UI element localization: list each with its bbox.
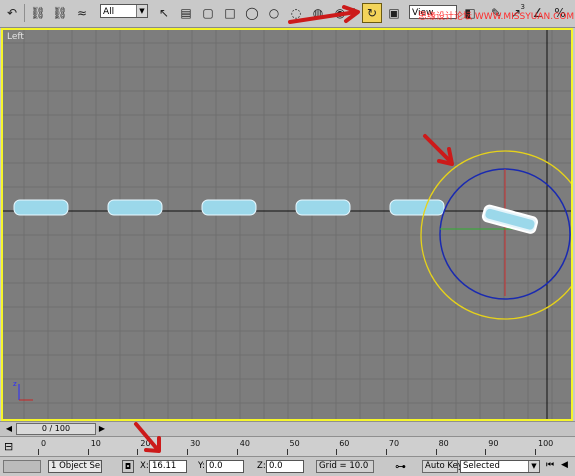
trackbar-tick [435,449,437,455]
toolbar-separator [24,4,25,22]
trackbar-tick [336,449,338,455]
select-region-icon[interactable]: ▢ [198,3,218,23]
viewport-label[interactable]: Left [7,32,24,42]
trackbar-tick-label: 60 [339,439,350,448]
select-by-name-icon[interactable]: ▤ [176,3,196,23]
y-coordinate-field[interactable]: 0.0 [206,460,244,473]
selection-filter-value: All [103,7,115,17]
select-object-icon[interactable]: ↖ [154,3,174,23]
left-viewport[interactable]: z Left [1,28,573,421]
unlink-selection-icon[interactable]: ⛓ [50,3,70,23]
z-label: Z: [257,461,266,471]
trackbar-tick-label: 0 [41,439,47,448]
trackbar-tick [535,449,536,455]
viewport-scene: z [3,30,571,419]
capsule-object[interactable] [13,199,69,216]
x-label: X: [140,461,149,471]
trackbar-toggle-icon[interactable]: ⊟ [4,440,20,453]
chevron-down-icon: ▼ [528,461,539,472]
previous-frame-icon[interactable]: ◀ [561,460,568,470]
trackbar-tick [485,449,487,455]
selected-capsule-object[interactable] [481,204,538,234]
key-filter-dropdown[interactable]: Selected ▼ [460,460,540,473]
trackbar-tick-label: 80 [438,439,449,448]
capsule-object[interactable] [201,199,257,216]
selection-lock-icon[interactable]: ◘ [122,460,134,473]
capsule-object[interactable] [107,199,163,216]
status-bar: 1 Object Sele ◘ X: 16.11 Y: 0.0 Z: 0.0 G… [0,456,575,476]
trackbar-tick [236,449,238,455]
capsule-object[interactable] [389,199,445,216]
selection-count-field: 1 Object Sele [48,460,102,473]
time-slider[interactable]: 0 / 100 [16,423,96,435]
trackbar-tick [286,449,288,455]
trackbar-tick-label: 70 [388,439,400,448]
annotation-arrow-status [134,422,161,453]
y-label: Y: [198,461,205,471]
trackbar-tick-label: 90 [488,439,499,448]
frame-display: 0 / 100 [41,424,71,433]
track-bar[interactable]: ⊟ 0 10 20 30 40 50 60 70 80 90 100 [0,436,575,456]
z-coordinate-field[interactable]: 0.0 [266,460,304,473]
set-key-icon[interactable]: ⊶ [395,460,406,473]
view-axis-tripod: z [13,380,33,401]
trackbar-tick-label: 100 [538,439,554,448]
watermark-text: 思缘设计论坛 WWW.MISSYUAN.COM [418,12,575,22]
fence-selection-icon[interactable]: ○ [264,3,284,23]
trackbar-tick [87,449,89,455]
capsule-objects [13,199,445,216]
annotation-arrow-toolbar [288,5,360,24]
next-frame-icon[interactable]: ▶ [97,423,107,435]
trackbar-tick [187,449,189,455]
prev-frame-icon[interactable]: ◀ [4,423,14,435]
circular-selection-icon[interactable]: ◯ [242,3,262,23]
rectangle-selection-icon[interactable]: □ [220,3,240,23]
selection-filter-dropdown[interactable]: All ▼ [100,4,148,18]
trackbar-tick [385,449,387,455]
bind-to-space-warp-icon[interactable]: ≈ [72,3,92,23]
undo-icon[interactable]: ↶ [2,3,22,23]
auto-key-button[interactable]: Auto Key [422,460,463,473]
time-slider-bar: ◀ 0 / 100 ▶ [0,421,575,436]
grid-size-display: Grid = 10.0 [316,460,374,473]
viewport-grid [3,30,571,419]
trackbar-tick [38,449,39,455]
select-and-scale-icon[interactable]: ▣ [384,3,404,23]
chevron-down-icon: ▼ [136,5,147,17]
go-to-start-icon[interactable]: ⏮ [546,460,554,470]
maxscript-listener-icon[interactable] [3,460,41,473]
annotation-arrow [423,134,452,163]
trackbar-tick-label: 40 [239,439,250,448]
trackbar-tick-label: 30 [190,439,201,448]
select-and-link-icon[interactable]: ⛓ [28,3,48,23]
x-coordinate-field[interactable]: 16.11 [149,460,187,473]
svg-text:z: z [13,380,17,388]
capsule-object[interactable] [295,199,351,216]
trackbar-tick-label: 10 [90,439,101,448]
trackbar-tick-label: 50 [289,439,300,448]
